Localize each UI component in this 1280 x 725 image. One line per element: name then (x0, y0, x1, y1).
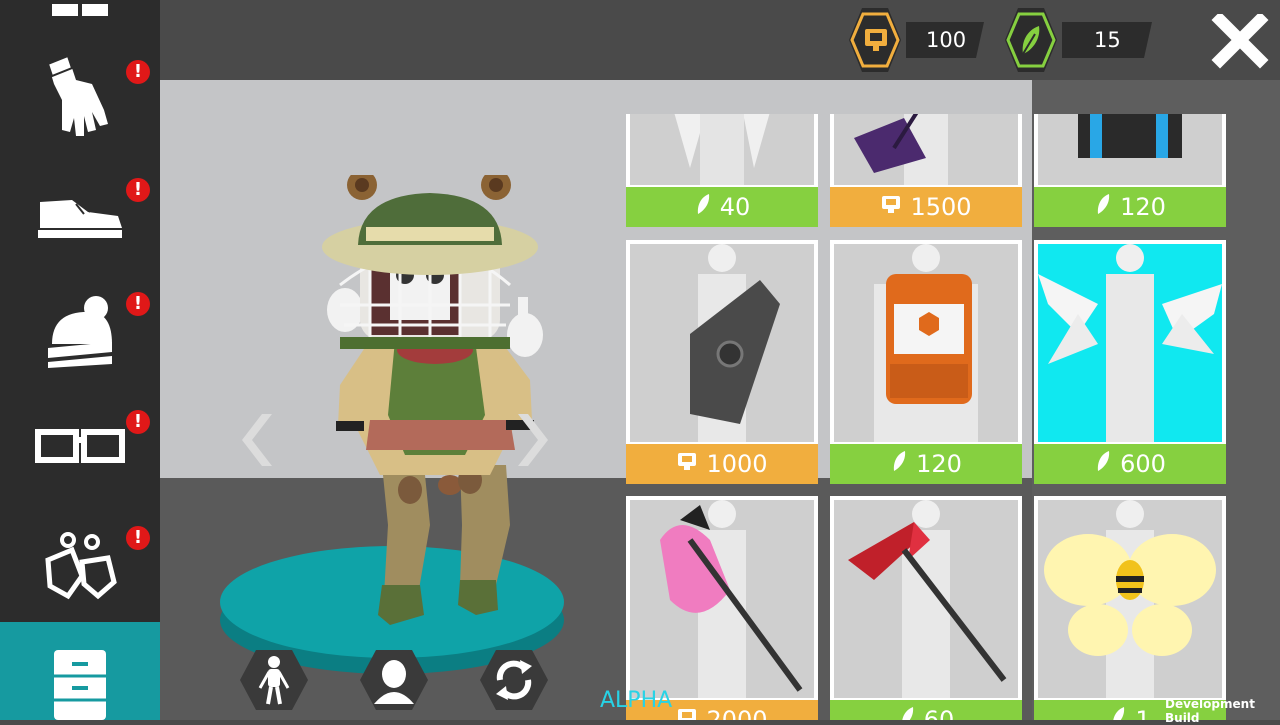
coin-counter: 100 (846, 0, 986, 72)
item-price-value: 60 (923, 706, 955, 720)
category-glasses[interactable]: ! (0, 400, 160, 520)
item-price: 40 (626, 187, 818, 227)
item-card[interactable]: 1000 (626, 240, 818, 484)
dev-build-label: Development Build (1165, 697, 1255, 725)
alert-badge: ! (126, 178, 150, 202)
feather-icon (1094, 450, 1112, 478)
mannequin-thumbnail (834, 500, 1018, 698)
item-card[interactable]: 600 (1034, 240, 1226, 484)
rotate-left-arrow[interactable] (240, 410, 280, 470)
randomize-button[interactable] (478, 648, 550, 712)
feather-icon (1109, 706, 1127, 720)
mannequin-thumbnail (1038, 244, 1222, 442)
coin-icon (676, 706, 698, 720)
category-sidebar: ! ! ! ! ! (0, 0, 160, 720)
item-card[interactable]: 2000 (626, 496, 818, 720)
item-price: 120 (1034, 187, 1226, 227)
item-price-value: 120 (1120, 193, 1166, 221)
item-price-value: 2000 (706, 706, 768, 720)
alert-badge: ! (126, 526, 150, 550)
mannequin-thumbnail (834, 114, 1018, 185)
mannequin-thumbnail (630, 244, 814, 442)
item-card[interactable]: 40 (626, 114, 818, 227)
rotate-right-arrow[interactable] (510, 410, 550, 470)
close-button[interactable] (1210, 11, 1270, 70)
mannequin-thumbnail (1038, 500, 1222, 698)
alert-badge: ! (126, 410, 150, 434)
item-price: 600 (1034, 444, 1226, 484)
item-price-value: 1000 (706, 450, 768, 478)
item-price: 1000 (626, 444, 818, 484)
glove-icon (46, 54, 108, 136)
head-view-button[interactable] (358, 648, 430, 712)
item-price: 120 (830, 444, 1022, 484)
feather-value: 15 (1094, 28, 1121, 52)
coin-icon (676, 450, 698, 478)
item-price-value: 1500 (910, 193, 972, 221)
avatar-character[interactable] (300, 175, 600, 635)
coin-icon (865, 29, 887, 51)
item-card[interactable]: 1 (1034, 496, 1226, 720)
feather-icon (1094, 193, 1112, 221)
category-gloves[interactable]: ! (0, 40, 160, 160)
mannequin-thumbnail (630, 114, 814, 185)
coin-icon (880, 193, 902, 221)
alpha-label: ALPHA (600, 688, 673, 713)
item-price-value: 1 (1135, 706, 1151, 720)
item-card[interactable]: 1500 (830, 114, 1022, 227)
category-back-items[interactable] (0, 622, 160, 720)
feather-icon (898, 706, 916, 720)
drawers-icon (54, 650, 106, 720)
mannequin-thumbnail (834, 244, 1018, 442)
item-price: 60 (830, 700, 1022, 720)
mannequin-thumbnail (630, 500, 814, 698)
alert-badge: ! (126, 60, 150, 84)
item-price-value: 600 (1120, 450, 1166, 478)
feather-counter: 15 (1002, 0, 1154, 72)
item-price: 1500 (830, 187, 1022, 227)
item-card[interactable]: 120 (830, 240, 1022, 484)
pants-icon (52, 0, 108, 16)
category-pants[interactable] (0, 0, 160, 20)
item-price-value: 40 (719, 193, 751, 221)
item-card[interactable]: 60 (830, 496, 1022, 720)
alert-badge: ! (126, 292, 150, 316)
full-body-view-button[interactable] (238, 648, 310, 712)
mannequin-thumbnail (1038, 114, 1222, 185)
close-icon (1211, 11, 1269, 69)
item-price-value: 120 (916, 450, 962, 478)
feather-icon (1022, 26, 1040, 55)
feather-icon (890, 450, 908, 478)
category-shoes[interactable]: ! (0, 160, 160, 280)
item-card[interactable]: 120 (1034, 114, 1226, 227)
coin-value: 100 (926, 28, 967, 52)
feather-icon (694, 193, 712, 221)
category-hats[interactable]: ! (0, 280, 160, 400)
item-grid: 40 1500 120 1000 120 600 2000 60 1 (626, 114, 1228, 720)
